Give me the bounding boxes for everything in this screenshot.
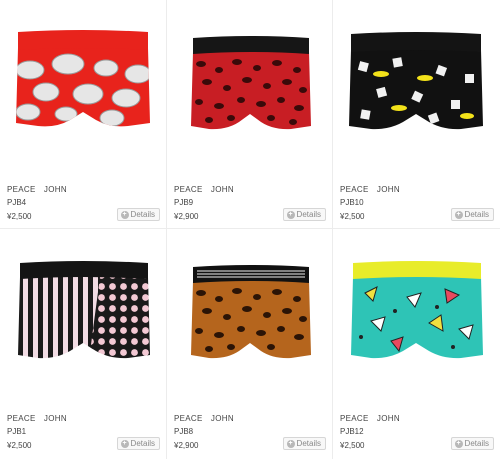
plus-circle-icon: + [120,210,129,219]
details-label: Details [296,210,321,219]
details-label: Details [130,439,155,448]
details-button[interactable]: + Details [282,437,326,450]
details-label: Details [296,439,321,448]
product-image-boxer-leopard-brown[interactable] [175,237,325,397]
details-button[interactable]: + Details [116,437,160,450]
product-price: ¥2,500 [7,441,32,450]
plus-circle-icon: + [286,439,295,448]
product-image-boxer-clouds[interactable] [8,8,158,168]
product-card: PEACE JOHN PJB8 ¥2,900 + Details [167,229,333,459]
product-grid: PEACE JOHN PJB4 ¥2,500 + Details PEACE J… [0,0,500,459]
product-code: PJB1 [7,427,27,436]
product-code: PJB9 [174,198,194,207]
product-code: PJB8 [174,427,194,436]
product-card: PEACE JOHN PJB1 ¥2,500 + Details [0,229,167,459]
product-price: ¥2,500 [340,441,365,450]
plus-circle-icon: + [286,210,295,219]
product-image-boxer-leopard-red[interactable] [175,8,325,168]
product-price: ¥2,500 [340,212,365,221]
details-button[interactable]: + Details [282,208,326,221]
details-button[interactable]: + Details [450,437,494,450]
product-brand: PEACE JOHN [340,185,400,194]
plus-circle-icon: + [454,210,463,219]
product-price: ¥2,900 [174,441,199,450]
product-brand: PEACE JOHN [7,185,67,194]
details-button[interactable]: + Details [450,208,494,221]
details-label: Details [130,210,155,219]
plus-circle-icon: + [120,439,129,448]
details-label: Details [464,439,489,448]
product-code: PJB4 [7,198,27,207]
product-card: PEACE JOHN PJB12 ¥2,500 + Details [333,229,500,459]
product-brand: PEACE JOHN [174,414,234,423]
product-image-boxer-dice[interactable] [341,8,491,168]
plus-circle-icon: + [454,439,463,448]
product-brand: PEACE JOHN [174,185,234,194]
product-price: ¥2,900 [174,212,199,221]
product-brand: PEACE JOHN [340,414,400,423]
details-label: Details [464,210,489,219]
product-card: PEACE JOHN PJB10 ¥2,500 + Details [333,0,500,229]
product-card: PEACE JOHN PJB4 ¥2,500 + Details [0,0,167,229]
product-code: PJB12 [340,427,364,436]
product-card: PEACE JOHN PJB9 ¥2,900 + Details [167,0,333,229]
product-image-boxer-stripes-dots[interactable] [8,237,158,397]
product-brand: PEACE JOHN [7,414,67,423]
product-image-boxer-retro-teal[interactable] [341,237,491,397]
product-code: PJB10 [340,198,364,207]
details-button[interactable]: + Details [116,208,160,221]
product-price: ¥2,500 [7,212,32,221]
